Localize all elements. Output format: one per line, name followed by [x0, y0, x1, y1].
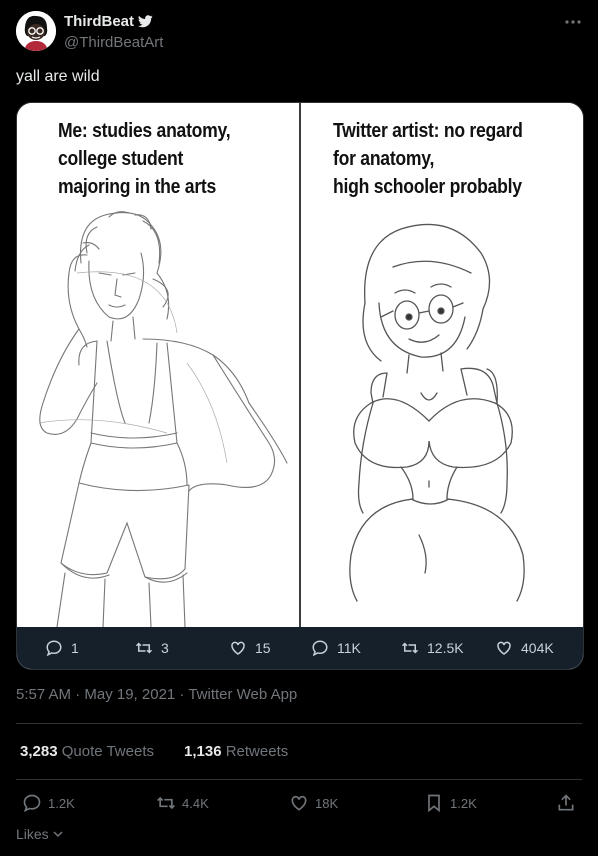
- bookmark-count: 1.2K: [450, 795, 477, 811]
- heart-icon: [291, 795, 307, 811]
- stat-value: 1: [71, 640, 79, 656]
- left-retweets-stat: 3: [135, 627, 169, 669]
- author-name[interactable]: ThirdBeat: [64, 13, 153, 30]
- reply-count: 1.2K: [48, 795, 75, 811]
- retweets-count[interactable]: 1,136 Retweets: [184, 743, 288, 760]
- stat-value: 404K: [521, 640, 554, 656]
- right-likes-stat: 404K: [495, 627, 554, 669]
- quote-tweets-number: 3,283: [20, 743, 58, 760]
- reply-icon: [312, 640, 328, 657]
- left-likes-stat: 15: [229, 627, 271, 669]
- left-replies-stat: 1: [45, 627, 79, 669]
- share-icon: [558, 794, 574, 811]
- cartoon-avatar-icon: [16, 11, 56, 51]
- likes-dropdown[interactable]: Likes: [16, 826, 64, 842]
- retweet-count: 4.4K: [182, 795, 209, 811]
- heart-icon: [231, 641, 245, 655]
- avatar[interactable]: [16, 11, 56, 51]
- share-button[interactable]: [556, 792, 576, 814]
- right-replies-stat: 11K: [311, 627, 361, 669]
- bookmark-icon: [428, 794, 440, 813]
- like-button[interactable]: 18K: [289, 792, 338, 814]
- media-panel-right: Twitter artist: no regard for anatomy, h…: [301, 103, 583, 627]
- heart-icon: [497, 641, 511, 655]
- reply-icon: [46, 640, 62, 657]
- retweets-number: 1,136: [184, 743, 222, 760]
- stat-value: 3: [161, 640, 169, 656]
- more-options-button[interactable]: [562, 12, 584, 32]
- media-panel-left: Me: studies anatomy, college student maj…: [17, 103, 299, 627]
- divider: [16, 779, 582, 780]
- chevron-down-icon: [53, 831, 63, 838]
- like-count: 18K: [315, 795, 339, 811]
- quote-tweets-count[interactable]: 3,283 Quote Tweets: [20, 743, 154, 760]
- realistic-sketch-figure: [38, 211, 288, 627]
- tweet-text: yall are wild: [16, 68, 100, 85]
- embedded-stats-bar: 1 3 15 11K 12.5K 404K: [17, 627, 583, 669]
- quote-tweets-label: Quote Tweets: [61, 743, 154, 760]
- reply-icon: [23, 794, 41, 813]
- reply-button[interactable]: 1.2K: [22, 792, 75, 814]
- divider: [16, 723, 582, 724]
- stat-value: 11K: [337, 640, 361, 656]
- likes-label: Likes: [16, 826, 49, 842]
- tweet-timestamp[interactable]: 5:57 AM · May 19, 2021 · Twitter Web App: [16, 686, 297, 703]
- display-name[interactable]: ThirdBeat: [64, 13, 134, 30]
- retweet-icon: [401, 642, 419, 654]
- more-horizontal-icon: [565, 20, 581, 24]
- bookmark-button[interactable]: 1.2K: [424, 792, 477, 814]
- stat-value: 12.5K: [427, 640, 464, 656]
- retweet-button[interactable]: 4.4K: [156, 792, 209, 814]
- stat-value: 15: [255, 640, 271, 656]
- tweet-media[interactable]: Me: studies anatomy, college student maj…: [16, 102, 584, 670]
- right-retweets-stat: 12.5K: [401, 627, 464, 669]
- twitter-bird-icon: [138, 15, 153, 28]
- retweet-icon: [157, 796, 175, 810]
- retweet-icon: [135, 642, 153, 654]
- author-handle[interactable]: @ThirdBeatArt: [64, 34, 163, 51]
- retweets-label: Retweets: [225, 743, 289, 760]
- cartoon-sketch-figure: [349, 223, 525, 602]
